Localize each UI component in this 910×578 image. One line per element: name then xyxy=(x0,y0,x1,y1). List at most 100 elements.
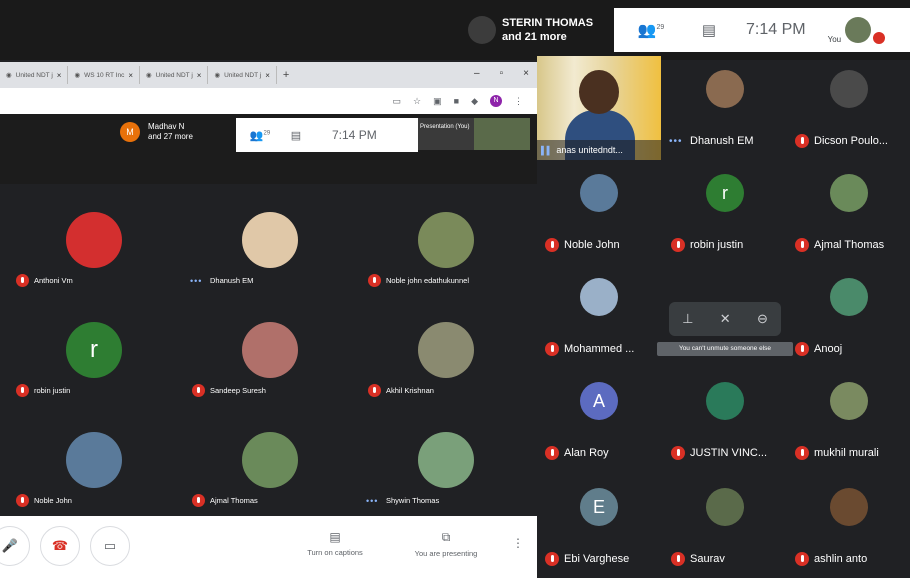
participant-tile: Ajmal Thomas xyxy=(787,160,910,264)
mic-icon: 🎤 xyxy=(1,538,19,553)
window-controls: – ▫ × xyxy=(474,68,529,79)
inner-presenter-more: and 27 more xyxy=(148,132,193,141)
participant-name: Dhanush EM xyxy=(690,135,754,147)
participant-tile: Mohammed ... xyxy=(537,264,661,368)
mute-icon[interactable]: ✕ xyxy=(720,311,731,327)
participant-tile: Noble john edathukunnel xyxy=(360,208,530,316)
presenting-button[interactable]: ⧉ You are presenting xyxy=(396,530,496,558)
present-icon: ⧉ xyxy=(441,530,451,544)
participant-tile: Sandeep Suresh xyxy=(184,318,354,426)
presenter-avatar xyxy=(468,16,496,44)
inner-presentation-thumbnail: Presentation (You) xyxy=(418,118,530,150)
camera-icon: ▭ xyxy=(103,538,117,553)
browser-tab-bar: ◉ United NDT j × ◉ WS 10 RT Inc × ◉ United ND… xyxy=(0,62,537,88)
inner-controls-bar: 👥29 ▤ 7:14 PM xyxy=(236,118,418,152)
participant-name: Ajmal Thomas xyxy=(814,239,885,251)
close-tab-icon[interactable]: × xyxy=(197,71,202,80)
mic-button[interactable]: 🎤 xyxy=(0,526,30,566)
participant-avatar: r xyxy=(66,322,122,378)
puzzle-icon[interactable]: ◆ xyxy=(471,96,478,107)
participant-name: robin justin xyxy=(690,239,744,251)
participant-avatar xyxy=(830,70,868,108)
close-window-button[interactable]: × xyxy=(523,68,529,79)
browser-tab[interactable]: ◉ United NDT j × xyxy=(0,66,69,84)
mic-off-icon xyxy=(795,134,809,148)
close-tab-icon[interactable]: × xyxy=(57,71,62,80)
video-person-head xyxy=(579,70,619,114)
inner-presenting-indicator: M Madhav N and 27 more xyxy=(120,122,193,142)
speaking-icon: ▌▌ xyxy=(541,145,553,155)
browser-tab[interactable]: ◉ United NDT j × xyxy=(140,66,209,84)
mic-off-icon xyxy=(545,446,559,460)
mic-off-icon xyxy=(545,238,559,252)
captions-label: Turn on captions xyxy=(307,548,363,557)
globe-icon: ◉ xyxy=(146,72,152,79)
browser-tab[interactable]: ◉ WS 10 RT Inc × xyxy=(68,66,140,84)
participant-avatar: A xyxy=(580,382,618,420)
clock: 7:14 PM xyxy=(746,21,806,38)
participant-name: Dhanush EM xyxy=(210,276,254,285)
presenting-indicator[interactable]: STERIN THOMAS and 21 more xyxy=(468,8,608,52)
participant-name: JUSTIN VINC... xyxy=(690,447,768,459)
star-icon[interactable]: ☆ xyxy=(413,96,421,107)
participant-avatar xyxy=(830,488,868,526)
pin-icon[interactable]: ⊥ xyxy=(682,311,693,327)
speaking-icon: ••• xyxy=(366,496,379,506)
participant-avatar xyxy=(706,488,744,526)
participant-tile: r robin justin xyxy=(663,160,787,264)
mic-off-icon xyxy=(873,32,886,44)
more-options-icon[interactable]: ⋮ xyxy=(512,536,524,550)
people-icon[interactable]: 👥29 xyxy=(636,21,666,39)
participant-name: Alan Roy xyxy=(564,447,609,459)
globe-icon: ◉ xyxy=(74,72,81,79)
extension-icon[interactable]: ▣ xyxy=(433,96,442,107)
captions-button[interactable]: ▤ Turn on captions xyxy=(290,530,380,557)
participant-avatar xyxy=(706,382,744,420)
leave-call-button[interactable]: ☎ xyxy=(40,526,80,566)
participant-name: Ebi Varghese xyxy=(564,553,630,565)
minimize-button[interactable]: – xyxy=(474,68,480,79)
participant-avatar: r xyxy=(706,174,744,212)
mic-off-icon xyxy=(671,552,685,566)
cast-icon[interactable]: ▭ xyxy=(393,96,402,107)
hangup-icon: ☎ xyxy=(51,538,69,553)
participant-avatar xyxy=(418,322,474,378)
participant-name: anas unitedndt... xyxy=(556,145,623,155)
participant-name: Anthoni Vm xyxy=(34,276,73,285)
participant-tile: Noble John xyxy=(537,160,661,264)
tile-hover-toolbar: ⊥ ✕ ⊖ xyxy=(669,302,781,336)
meet-window: STERIN THOMAS and 21 more 👥29 ▤ 7:14 PM … xyxy=(0,0,910,578)
participant-tile: E Ebi Varghese xyxy=(537,474,661,578)
self-avatar[interactable] xyxy=(845,17,872,43)
participant-avatar xyxy=(242,212,298,268)
participant-tile: ashlin anto xyxy=(787,474,910,578)
profile-avatar[interactable]: N xyxy=(490,95,502,107)
maximize-button[interactable]: ▫ xyxy=(500,68,504,79)
participant-avatar xyxy=(580,278,618,316)
close-tab-icon[interactable]: × xyxy=(128,71,133,80)
remove-icon[interactable]: ⊖ xyxy=(757,311,768,327)
participant-tile: Akhil Krishnan xyxy=(360,318,530,426)
participant-name: ashlin anto xyxy=(814,553,868,565)
inner-bottom-bar: 🎤 ☎ ▭ ▤ Turn on captions ⧉ You are prese… xyxy=(0,516,537,578)
participant-avatar: E xyxy=(580,488,618,526)
camera-button[interactable]: ▭ xyxy=(90,526,130,566)
people-icon: 👥29 xyxy=(249,129,271,142)
participant-avatar xyxy=(242,322,298,378)
participant-avatar xyxy=(418,432,474,488)
participant-name: Dicson Poulo... xyxy=(814,135,888,147)
participant-avatar xyxy=(830,278,868,316)
camera-icon[interactable]: ■ xyxy=(454,96,459,106)
inner-presenter-name: Madhav N xyxy=(148,122,185,131)
mic-off-icon xyxy=(795,238,809,252)
chat-icon[interactable]: ▤ xyxy=(694,21,724,39)
new-tab-button[interactable]: + xyxy=(283,69,289,81)
speaking-icon: ••• xyxy=(669,136,683,147)
participant-name: Noble john edathukunnel xyxy=(386,276,469,285)
inner-presenter-avatar: M xyxy=(120,122,140,142)
participant-avatar xyxy=(66,212,122,268)
browser-tab[interactable]: ◉ United NDT j × xyxy=(208,66,277,84)
menu-icon[interactable]: ⋮ xyxy=(514,96,523,107)
close-tab-icon[interactable]: × xyxy=(265,71,270,80)
participant-name: Mohammed ... xyxy=(564,343,635,355)
